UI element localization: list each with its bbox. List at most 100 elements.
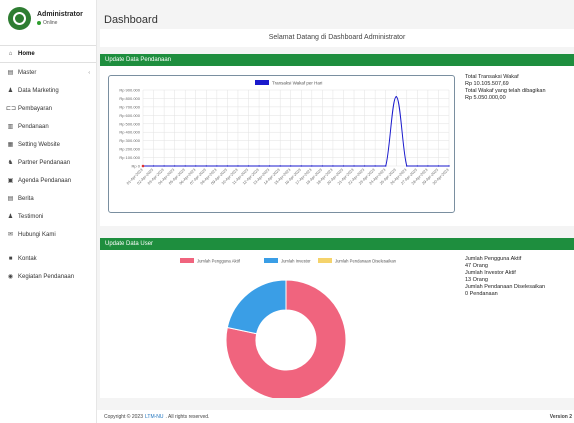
sidebar-item-testimoni[interactable]: ♟ Testimoni — [0, 207, 96, 225]
bank-icon: ▥ — [7, 124, 14, 130]
payment-icon: ⊏⊐ — [6, 106, 17, 112]
testimonial-icon: ♟ — [7, 214, 14, 220]
active-users-label: Jumlah Pengguna Aktif — [465, 256, 522, 262]
sidebar-item-label: Testimoni — [18, 213, 44, 220]
data-point — [247, 165, 250, 167]
y-tick-label: Rp 500.000 — [119, 121, 140, 126]
total-transaction-label: Total Transaksi Wakaf — [465, 74, 519, 80]
y-tick-label: Rp 400.000 — [119, 130, 140, 135]
copyright-suffix: . All rights reserved. — [165, 413, 210, 420]
active-users-value: 47 Orang — [465, 263, 488, 269]
data-point — [163, 165, 165, 167]
y-tick-label: Rp 800.000 — [119, 96, 140, 101]
donut-slice — [226, 279, 287, 335]
sidebar-item-home[interactable]: ⌂ Home — [0, 45, 96, 63]
data-point — [173, 165, 176, 167]
data-point — [437, 165, 440, 167]
legend-label: Jumlah Investor — [281, 259, 311, 264]
data-point — [152, 165, 155, 167]
sidebar-item-kontak[interactable]: ■ Kontak — [0, 249, 96, 267]
sidebar-item-label: Setting Website — [18, 141, 60, 148]
chevron-left-icon: ‹ — [88, 69, 90, 76]
data-point — [374, 165, 376, 167]
footer: Copyright © 2023 LTM-NU . All rights res… — [97, 410, 574, 423]
sidebar-item-pendanaan[interactable]: ▥ Pendanaan — [0, 117, 96, 135]
data-point — [363, 165, 366, 167]
sidebar-item-label: Agenda Pendanaan — [18, 177, 72, 184]
data-point — [311, 165, 313, 167]
data-point — [448, 165, 450, 167]
data-point — [237, 165, 239, 167]
completed-funding-label: Jumlah Pendanaan Diselesaikan — [465, 284, 546, 290]
y-tick-label: Rp 900.000 — [119, 88, 140, 93]
sidebar-menu: ⌂ Home ▤ Master ‹ ♟ Data Marketing ⊏⊐ Pembayaran… — [0, 45, 96, 285]
y-tick-label: Rp 300.000 — [119, 138, 140, 143]
funding-chart-frame: Transaksi Wakaf per Hari Rp 900.000 Rp 800… — [108, 75, 455, 213]
data-point — [184, 165, 186, 167]
sidebar-item-hubungi-kami[interactable]: ✉ Hubungi Kami — [0, 225, 96, 243]
sidebar: Administrator Online ⌂ Home ▤ Master ‹ ♟ Data … — [0, 0, 97, 423]
welcome-banner: Selamat Datang di Dashboard Administrato… — [100, 29, 574, 47]
page-title: Dashboard — [104, 14, 158, 26]
data-point — [416, 165, 419, 167]
user-panel: Administrator Online — [0, 0, 96, 36]
sidebar-item-label: Pembayaran — [18, 105, 53, 112]
legend-label: Transaksi Wakaf per Hari — [272, 81, 322, 86]
data-point — [205, 165, 208, 167]
total-transaction-value: Rp 10.105.507,69 — [465, 81, 509, 87]
funding-line-chart: Transaksi Wakaf per Hari Rp 900.000 Rp 800… — [119, 80, 450, 186]
data-point — [268, 165, 271, 167]
sidebar-item-master[interactable]: ▤ Master ‹ — [0, 63, 96, 81]
data-point — [141, 164, 145, 168]
data-point — [395, 96, 397, 98]
data-point — [342, 165, 345, 167]
legend-label: Jumlah Pendanaan Diselesaikan — [335, 259, 397, 264]
data-point — [427, 165, 429, 167]
series-line — [143, 96, 449, 167]
y-tick-label: Rp 100.000 — [119, 155, 140, 160]
y-tick-label: Rp 600.000 — [119, 113, 140, 118]
database-icon: ▤ — [7, 70, 14, 76]
mail-icon: ✉ — [7, 232, 14, 238]
sidebar-item-label: Partner Pendanaan — [18, 159, 71, 166]
user-card: Update Data User Jumlah Pengguna Aktif Ju… — [100, 238, 574, 398]
settings-icon: ▦ — [7, 142, 14, 148]
sidebar-item-kegiatan-pendanaan[interactable]: ◉ Kegiatan Pendanaan — [0, 267, 96, 285]
legend-swatch — [255, 80, 269, 85]
legend-swatch — [264, 258, 278, 263]
activity-icon: ◉ — [7, 274, 14, 280]
home-icon: ⌂ — [8, 51, 13, 57]
sidebar-item-data-marketing[interactable]: ♟ Data Marketing — [0, 81, 96, 99]
sidebar-item-setting-website[interactable]: ▦ Setting Website — [0, 135, 96, 153]
data-point — [216, 165, 218, 167]
newspaper-icon: ▤ — [7, 196, 14, 202]
data-point — [226, 165, 229, 167]
sidebar-item-agenda-pendanaan[interactable]: ▣ Agenda Pendanaan — [0, 171, 96, 189]
data-point — [321, 165, 324, 167]
users-icon: ♞ — [7, 160, 14, 166]
sidebar-item-label: Berita — [18, 195, 34, 202]
footer-link[interactable]: LTM-NU — [145, 414, 164, 420]
data-point — [258, 165, 260, 167]
legend-label: Jumlah Pengguna Aktif — [197, 259, 241, 264]
calendar-icon: ▣ — [7, 178, 14, 184]
sidebar-item-partner-pendanaan[interactable]: ♞ Partner Pendanaan — [0, 153, 96, 171]
active-investors-value: 13 Orang — [465, 277, 488, 283]
sidebar-item-label: Data Marketing — [18, 87, 59, 94]
sidebar-item-label: Hubungi Kami — [18, 231, 56, 238]
data-point — [279, 165, 281, 167]
sidebar-item-label: Kegiatan Pendanaan — [18, 273, 75, 280]
user-icon: ♟ — [7, 88, 14, 94]
legend-swatch — [180, 258, 194, 263]
funding-card-header: Update Data Pendanaan — [100, 54, 574, 66]
active-investors-label: Jumlah Investor Aktif — [465, 270, 516, 276]
sidebar-item-berita[interactable]: ▤ Berita — [0, 189, 96, 207]
shared-wakaf-value: Rp 5.050.000,00 — [465, 95, 506, 101]
data-point — [332, 165, 334, 167]
y-tick-label: Rp 700.000 — [119, 104, 140, 109]
shared-wakaf-label: Total Wakaf yang telah dibagikan — [465, 88, 546, 94]
sidebar-item-label: Pendanaan — [18, 123, 49, 130]
data-point — [384, 165, 387, 167]
funding-summary: Total Transaksi Wakaf Rp 10.105.507,69 T… — [465, 74, 546, 102]
sidebar-item-pembayaran[interactable]: ⊏⊐ Pembayaran — [0, 99, 96, 117]
